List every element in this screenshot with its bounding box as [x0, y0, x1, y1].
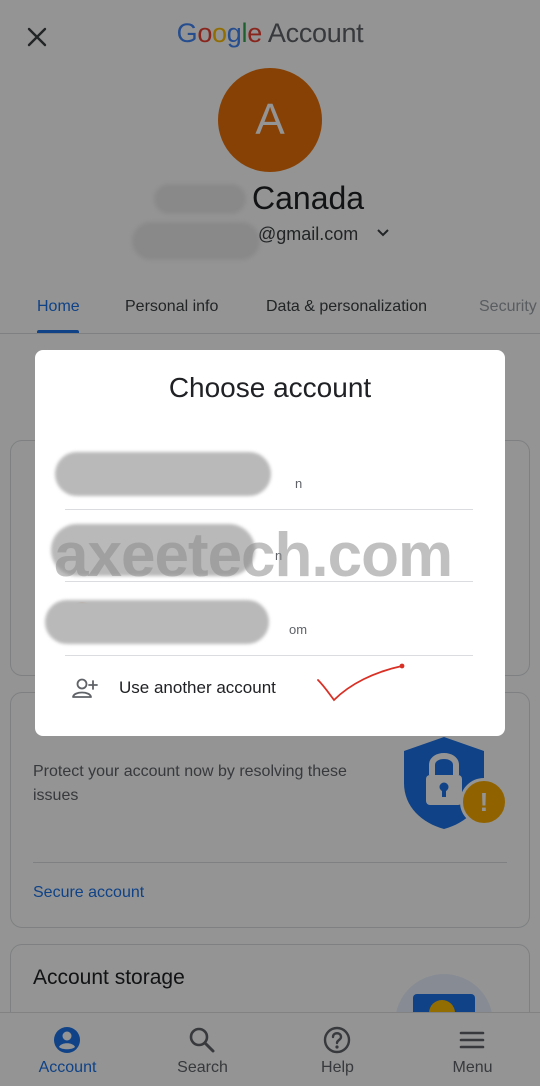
row-divider	[65, 655, 473, 656]
use-another-account-button[interactable]: Use another account	[65, 658, 473, 718]
dialog-title: Choose account	[168, 372, 372, 403]
account-email-tail: n	[295, 476, 303, 491]
person-add-icon	[72, 678, 98, 698]
watermark-text: axeetech.com	[54, 521, 453, 590]
account-email-tail: om	[289, 622, 308, 637]
redacted-account-smudge	[55, 452, 271, 496]
annotation-checkmark	[317, 663, 405, 702]
use-another-account-label: Use another account	[119, 678, 276, 697]
redacted-account-smudge	[45, 600, 269, 644]
